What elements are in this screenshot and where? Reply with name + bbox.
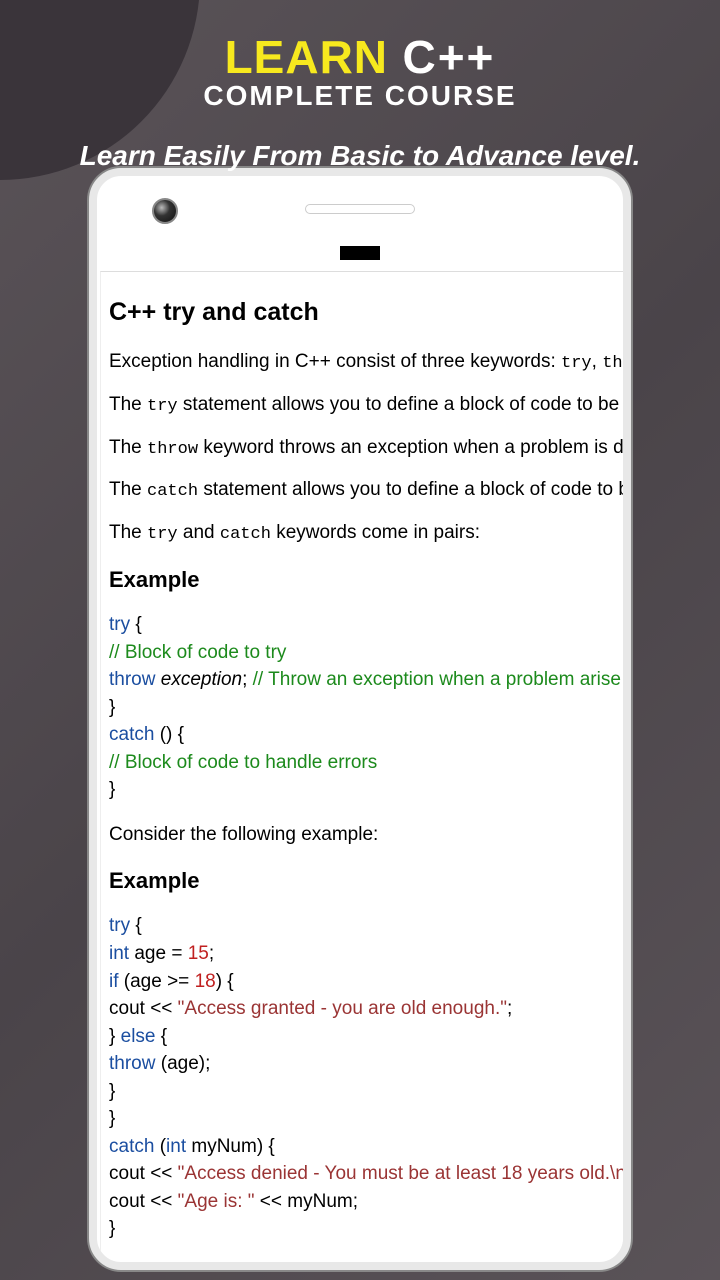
phone-frame: C++ try and catch Exception handling in …: [89, 168, 631, 1270]
code-block: try { // Block of code to try throw exce…: [109, 611, 627, 804]
subtitle: COMPLETE COURSE: [0, 80, 720, 112]
paragraph: Consider the following example:: [109, 822, 627, 849]
code-inline: catch: [220, 525, 271, 544]
paragraph: The try statement allows you to define a…: [109, 392, 627, 419]
title-learn: LEARN: [225, 31, 388, 83]
example-heading: Example: [109, 868, 627, 894]
title-cpp: C++: [402, 31, 495, 83]
paragraph: The catch statement allows you to define…: [109, 477, 627, 504]
example-heading: Example: [109, 567, 627, 593]
paragraph: Exception handling in C++ consist of thr…: [109, 349, 627, 376]
paragraph: The try and catch keywords come in pairs…: [109, 520, 627, 547]
paragraph: The throw keyword throws an exception wh…: [109, 435, 627, 462]
lesson-content[interactable]: C++ try and catch Exception handling in …: [100, 271, 631, 1252]
notch: [340, 246, 380, 260]
code-inline: try: [147, 525, 178, 544]
promo-header: LEARN C++ COMPLETE COURSE Learn Easily F…: [0, 0, 720, 172]
section-title: C++ try and catch: [109, 298, 627, 327]
code-inline: try: [147, 397, 178, 416]
tagline: Learn Easily From Basic to Advance level…: [0, 140, 720, 172]
camera-icon: [152, 198, 178, 224]
code-block: try { int age = 15; if (age >= 18) { cou…: [109, 912, 627, 1243]
code-inline: throw: [147, 440, 198, 459]
code-inline: throw: [602, 354, 627, 373]
speaker-slot: [305, 204, 415, 214]
code-inline: try: [561, 354, 592, 373]
code-inline: catch: [147, 482, 198, 501]
